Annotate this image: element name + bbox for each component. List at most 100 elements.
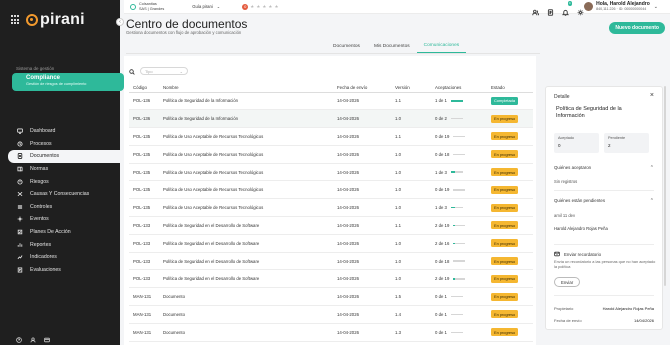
column-header[interactable]: Versión	[391, 83, 431, 93]
row-version: 1.4	[391, 305, 431, 324]
row-date: 14-04-2026	[333, 234, 391, 253]
notifications-icon[interactable]: 4	[561, 1, 572, 21]
user-menu[interactable]: Hola, Harold Alejandro 840,111.226 · ID:…	[584, 2, 658, 11]
row-date: 14-04-2026	[333, 198, 391, 218]
sidebar-item-procesos[interactable]: Procesos	[0, 138, 120, 151]
sidebar-item-documentos[interactable]: Documentos	[8, 150, 120, 163]
row-version: 1.1	[391, 92, 431, 111]
controls-icon	[16, 203, 23, 210]
brand-logo[interactable]: pirani	[0, 0, 120, 40]
table-row[interactable]: POL-133 Política de Seguridad en el Desar…	[129, 234, 533, 253]
sidebar-item-indicadores[interactable]: Indicadores	[0, 251, 120, 264]
type-filter-select[interactable]: Tipo ⌄	[140, 67, 188, 75]
pending-section-toggle[interactable]: Quiénes están pendientes ⌃	[554, 198, 654, 204]
close-icon[interactable]: ×	[650, 92, 654, 99]
acceptance-progress-bar	[450, 331, 463, 333]
page-title: Centro de documentos	[126, 17, 248, 31]
row-acceptances: 0 de 2	[431, 109, 487, 129]
star-icon[interactable]: ★	[262, 4, 266, 10]
new-document-button[interactable]: Nuevo documento	[609, 22, 665, 34]
table-row[interactable]: MAN-131 Documento 14-04-2026 1.4 0 de 1 En pr…	[129, 305, 533, 324]
sidebar-item-label: Controles	[30, 203, 53, 210]
column-header[interactable]: Aceptaciones	[431, 83, 487, 93]
filter-row: Tipo ⌄	[129, 62, 188, 80]
tab-documentos[interactable]: Documentos	[326, 42, 367, 53]
row-status: En progreso	[487, 127, 533, 146]
table-row[interactable]: POL-135 Política de Uso Aceptable de Recu…	[129, 180, 533, 200]
row-status: En progreso	[487, 216, 533, 235]
send-reminder-button[interactable]: Enviar	[554, 277, 581, 287]
star-icon[interactable]: ★	[274, 4, 278, 10]
book-icon	[16, 166, 23, 173]
document-list-icon[interactable]	[547, 3, 554, 21]
sidebar-item-reportes[interactable]: Reportes	[0, 238, 120, 251]
row-acceptances: 0 de 1	[431, 287, 487, 307]
sidebar-item-evaluaciones[interactable]: Evaluaciones	[0, 264, 120, 277]
company-switcher[interactable]: Colsanitas SAS | Grandes	[130, 2, 164, 11]
billing-icon[interactable]	[44, 330, 50, 345]
column-header[interactable]: Estado	[487, 83, 533, 93]
table-row[interactable]: POL-135 Política de Uso Aceptable de Recu…	[129, 127, 533, 146]
sidebar-item-causas-y-consecuencias[interactable]: Causas Y Consecuencias	[0, 188, 120, 201]
table-row[interactable]: MAN-131 Documento 14-04-2026 1.3 0 de 1 En pr…	[129, 323, 533, 342]
table-row[interactable]: POL-133 Política de Seguridad en el Desar…	[129, 216, 533, 235]
users-icon[interactable]	[532, 3, 540, 21]
help-icon[interactable]	[16, 330, 22, 345]
row-name: Política de Uso Aceptable de Recursos Te…	[159, 127, 333, 146]
sidebar-item-eventos[interactable]: Eventos	[0, 213, 120, 226]
row-acceptances: 0 de 1	[431, 305, 487, 324]
table-row[interactable]: MAN-131 Documento 14-04-2026 1.5 0 de 1 En pr…	[129, 287, 533, 307]
notification-count: 4	[567, 1, 572, 6]
accepted-section-toggle[interactable]: Quiénes aceptaron ⌃	[554, 165, 654, 171]
sidebar-item-planes-de-acción[interactable]: Planes De Acción	[0, 226, 120, 239]
row-status: En progreso	[487, 198, 533, 218]
row-acceptances: 1 de 3	[431, 163, 487, 182]
table-row[interactable]: POL-135 Política de Uso Aceptable de Recu…	[129, 198, 533, 218]
accepted-card: Aceptado 0	[554, 133, 599, 153]
user-id: 840,111.226 · ID: 00000000044	[596, 7, 647, 11]
table-row[interactable]: POL-135 Política de Uso Aceptable de Recu…	[129, 145, 533, 164]
sent-date-label: Fecha de envío	[554, 318, 582, 323]
system-name: Compliance	[26, 75, 61, 81]
star-icon[interactable]: ★	[250, 4, 254, 10]
status-badge: En progreso	[491, 168, 519, 177]
row-date: 14-04-2026	[333, 252, 391, 271]
page-subtitle: Gestiona documentos con flujo de aprobac…	[126, 30, 242, 35]
sidebar-item-riesgos[interactable]: Riesgos	[0, 175, 120, 188]
acceptance-progress-bar	[450, 117, 463, 120]
scrollbar[interactable]	[664, 86, 666, 286]
star-icon[interactable]: ★	[268, 4, 272, 10]
sidebar-item-dashboard[interactable]: Dashboard	[0, 125, 120, 138]
star-icon[interactable]: ★	[256, 4, 260, 10]
collapse-sidebar-button[interactable]: ‹	[116, 18, 124, 26]
sidebar-item-controles[interactable]: Controles	[0, 201, 120, 214]
tab-comunicaciones[interactable]: Comunicaciones	[416, 42, 467, 53]
acceptance-count: 0 de 1	[435, 294, 447, 300]
table-row[interactable]: POL-135 Política de Uso Aceptable de Recu…	[129, 163, 533, 182]
table-row[interactable]: POL-136 Política de Seguridad de la Infor…	[129, 92, 533, 111]
rating-widget[interactable]: 0 ★ ★ ★ ★ ★	[242, 3, 279, 10]
sidebar-item-normas[interactable]: Normas	[0, 163, 120, 176]
settings-icon[interactable]	[577, 3, 584, 21]
project-select[interactable]: Guía pirani ⌄	[192, 4, 220, 9]
user-icon[interactable]	[30, 330, 36, 345]
apps-grid-icon[interactable]	[11, 15, 21, 25]
table-row[interactable]: POL-133 Política de Seguridad en el Desar…	[129, 252, 533, 271]
table-row[interactable]: POL-136 Política de Seguridad de la Infor…	[129, 109, 533, 129]
table-row[interactable]: POL-133 Política de Seguridad en el Desar…	[129, 269, 533, 289]
pirani-logo-icon	[26, 14, 38, 26]
row-name: Política de Seguridad en el Desarrollo d…	[159, 216, 333, 235]
row-status: En progreso	[487, 269, 533, 289]
divider	[554, 244, 654, 245]
search-icon[interactable]	[129, 62, 135, 80]
column-header[interactable]: Fecha de envío	[333, 83, 391, 93]
tab-mis-documentos[interactable]: Mis Documentos	[367, 42, 417, 53]
column-header[interactable]: Código	[129, 83, 159, 93]
column-header[interactable]: Nombre	[159, 83, 333, 93]
pending-label: Pendiente	[608, 136, 626, 140]
sidebar: pirani Sistema de gestión Compliance Ges…	[0, 0, 124, 345]
row-version: 1.0	[391, 269, 431, 289]
row-acceptances: 1 de 1	[431, 92, 487, 111]
system-selector[interactable]: Compliance Gestión de riesgos de cumplim…	[12, 73, 124, 91]
divider	[554, 295, 654, 296]
